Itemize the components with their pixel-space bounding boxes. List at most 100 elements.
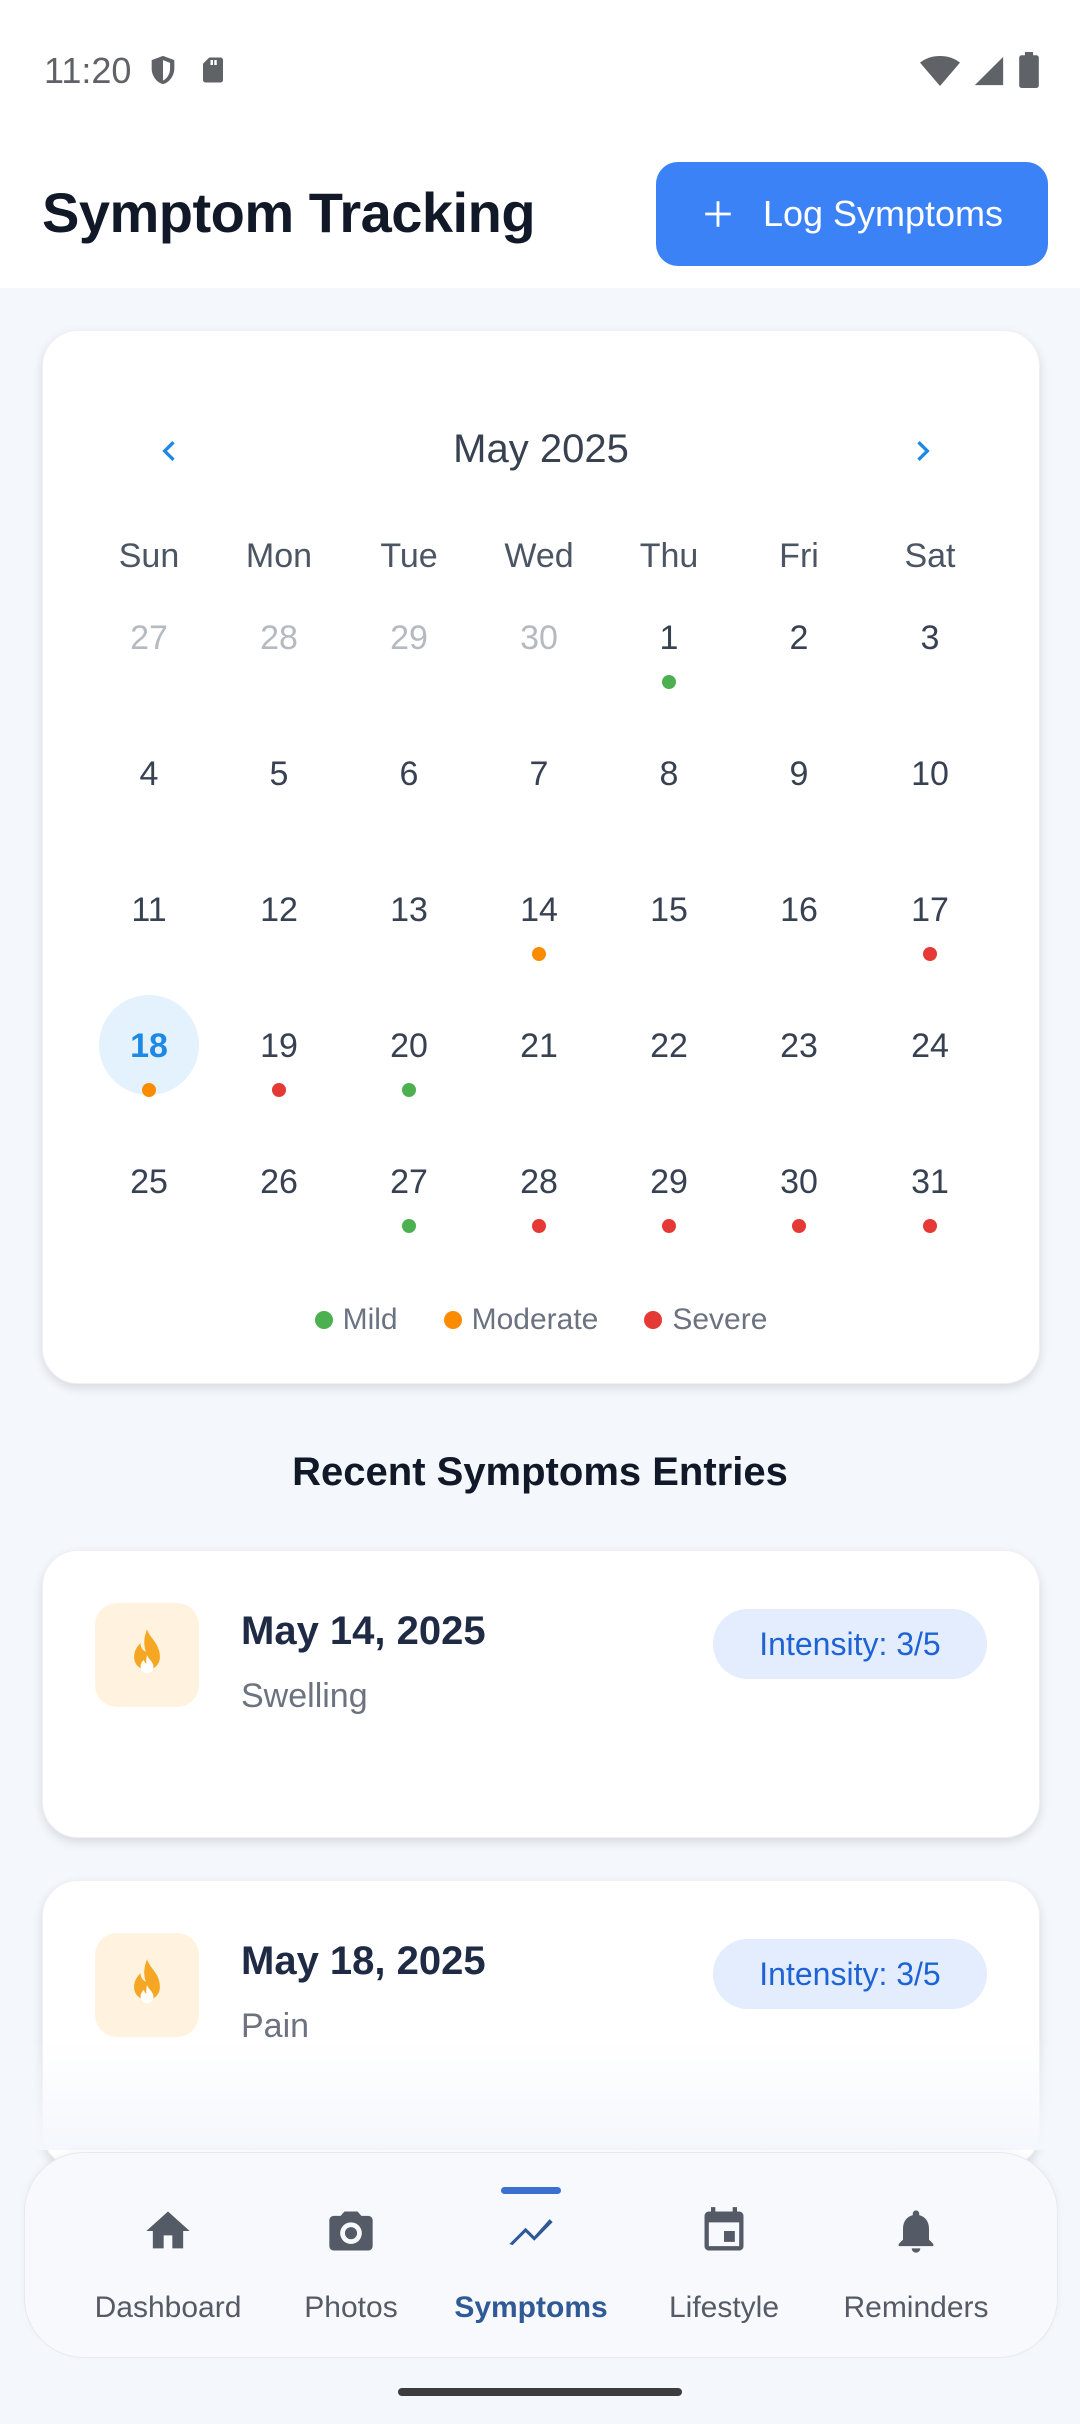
calendar-day[interactable]: 20 bbox=[359, 1029, 459, 1129]
day-number: 17 bbox=[911, 891, 949, 929]
calendar-day[interactable]: 8 bbox=[619, 757, 719, 857]
calendar-day[interactable]: 30 bbox=[749, 1165, 849, 1265]
day-number: 11 bbox=[131, 891, 167, 929]
nav-dashboard[interactable]: Dashboard bbox=[78, 2153, 258, 2357]
day-number: 6 bbox=[399, 755, 419, 793]
calendar-day[interactable]: 2 bbox=[749, 621, 849, 721]
day-number: 4 bbox=[139, 755, 159, 793]
calendar-day[interactable]: 7 bbox=[489, 757, 589, 857]
day-number: 25 bbox=[130, 1163, 168, 1201]
calendar-day[interactable]: 13 bbox=[359, 893, 459, 993]
weekday-label: Fri bbox=[779, 537, 819, 575]
nav-reminders[interactable]: Reminders bbox=[826, 2153, 1006, 2357]
calendar-day[interactable]: 22 bbox=[619, 1029, 719, 1129]
calendar-day[interactable]: 27 bbox=[99, 621, 199, 721]
calendar-day[interactable]: 6 bbox=[359, 757, 459, 857]
calendar-day[interactable]: 1 bbox=[619, 621, 719, 721]
day-number: 18 bbox=[130, 1027, 168, 1065]
camera-icon bbox=[329, 2211, 373, 2251]
nav-symptoms[interactable]: Symptoms bbox=[441, 2153, 621, 2357]
page-title: Symptom Tracking bbox=[42, 181, 536, 244]
calendar-day[interactable]: 26 bbox=[229, 1165, 329, 1265]
day-number: 24 bbox=[911, 1027, 949, 1065]
day-number: 10 bbox=[911, 755, 949, 793]
day-number: 29 bbox=[390, 619, 428, 657]
day-number: 27 bbox=[390, 1163, 428, 1201]
entry-date: May 14, 2025 bbox=[241, 1609, 486, 1653]
calendar-day[interactable]: 19 bbox=[229, 1029, 329, 1129]
legend-label: Severe bbox=[672, 1303, 768, 1336]
calendar-day[interactable]: 15 bbox=[619, 893, 719, 993]
calendar-day[interactable]: 27 bbox=[359, 1165, 459, 1265]
calendar-day-selected[interactable]: 18 bbox=[99, 995, 199, 1129]
day-number: 12 bbox=[260, 891, 298, 929]
day-number: 29 bbox=[650, 1163, 688, 1201]
calendar-day[interactable]: 29 bbox=[359, 621, 459, 721]
entry-date: May 18, 2025 bbox=[241, 1939, 486, 1983]
nav-lifestyle[interactable]: Lifestyle bbox=[634, 2153, 814, 2357]
log-symptoms-label: Log Symptoms bbox=[762, 193, 1004, 234]
calendar-day[interactable]: 23 bbox=[749, 1029, 849, 1129]
day-number: 14 bbox=[520, 891, 558, 929]
nav-label: Symptoms bbox=[454, 2291, 608, 2324]
day-number: 2 bbox=[789, 619, 809, 657]
flame-icon bbox=[95, 1603, 199, 1707]
day-number: 9 bbox=[789, 755, 809, 793]
weekday-label: Wed bbox=[504, 537, 574, 575]
calendar-day[interactable]: 16 bbox=[749, 893, 849, 993]
flame-icon bbox=[95, 1933, 199, 2037]
calendar-day[interactable]: 24 bbox=[880, 1029, 980, 1129]
sd-card-icon bbox=[203, 57, 223, 83]
bottom-navigation: Dashboard Photos Symptoms Lifestyle Remi… bbox=[24, 2152, 1058, 2358]
app-header: Symptom Tracking Log Symptoms bbox=[0, 140, 1080, 288]
day-number: 19 bbox=[260, 1027, 298, 1065]
day-number: 23 bbox=[780, 1027, 818, 1065]
calendar-month-label: May 2025 bbox=[453, 427, 629, 471]
home-indicator[interactable] bbox=[398, 2388, 682, 2396]
battery-icon bbox=[1019, 52, 1039, 88]
status-bar: 11:20 bbox=[0, 0, 1080, 140]
log-symptoms-button[interactable]: Log Symptoms bbox=[656, 162, 1048, 266]
calendar-day[interactable]: 5 bbox=[229, 757, 329, 857]
calendar-day[interactable]: 21 bbox=[489, 1029, 589, 1129]
calendar-day[interactable]: 25 bbox=[99, 1165, 199, 1265]
nav-label: Lifestyle bbox=[668, 2291, 780, 2324]
legend-dot bbox=[644, 1311, 663, 1329]
day-number: 15 bbox=[650, 891, 688, 929]
trend-icon bbox=[509, 2219, 553, 2246]
mild-severity-dot bbox=[402, 1083, 416, 1097]
status-time: 11:20 bbox=[44, 50, 132, 91]
calendar-day[interactable]: 11 bbox=[99, 893, 199, 993]
weekday-label: Mon bbox=[245, 537, 313, 575]
symptom-entry-card[interactable]: May 14, 2025 Swelling Intensity: 3/5 bbox=[42, 1550, 1040, 1838]
calendar-day[interactable]: 29 bbox=[619, 1165, 719, 1265]
calendar-day[interactable]: 4 bbox=[99, 757, 199, 857]
intensity-badge: Intensity: 3/5 bbox=[713, 1609, 987, 1679]
plus-icon bbox=[705, 201, 731, 227]
legend-dot bbox=[443, 1311, 462, 1329]
calendar-day[interactable]: 9 bbox=[749, 757, 849, 857]
calendar-day[interactable]: 30 bbox=[489, 621, 589, 721]
severity-legend: Mild Moderate Severe bbox=[43, 1303, 1039, 1337]
calendar-day[interactable]: 12 bbox=[229, 893, 329, 993]
calendar-day[interactable]: 3 bbox=[880, 621, 980, 721]
day-number: 28 bbox=[260, 619, 298, 657]
chevron-right-icon[interactable] bbox=[903, 431, 943, 471]
calendar-day[interactable]: 14 bbox=[489, 893, 589, 993]
day-number: 16 bbox=[780, 891, 818, 929]
calendar-day[interactable]: 10 bbox=[880, 757, 980, 857]
wifi-icon bbox=[920, 56, 960, 86]
severe-severity-dot bbox=[272, 1083, 286, 1097]
severe-severity-dot bbox=[792, 1219, 806, 1233]
mild-severity-dot bbox=[402, 1219, 416, 1233]
calendar-day[interactable]: 31 bbox=[880, 1165, 980, 1265]
weekday-label: Sun bbox=[118, 537, 180, 575]
calendar-day[interactable]: 17 bbox=[880, 893, 980, 993]
home-icon bbox=[146, 2211, 190, 2249]
shield-icon bbox=[151, 55, 175, 85]
calendar-icon bbox=[704, 2207, 744, 2251]
recent-entries-title: Recent Symptoms Entries bbox=[292, 1450, 788, 1494]
calendar-day[interactable]: 28 bbox=[489, 1165, 589, 1265]
calendar-day[interactable]: 28 bbox=[229, 621, 329, 721]
nav-photos[interactable]: Photos bbox=[261, 2153, 441, 2357]
